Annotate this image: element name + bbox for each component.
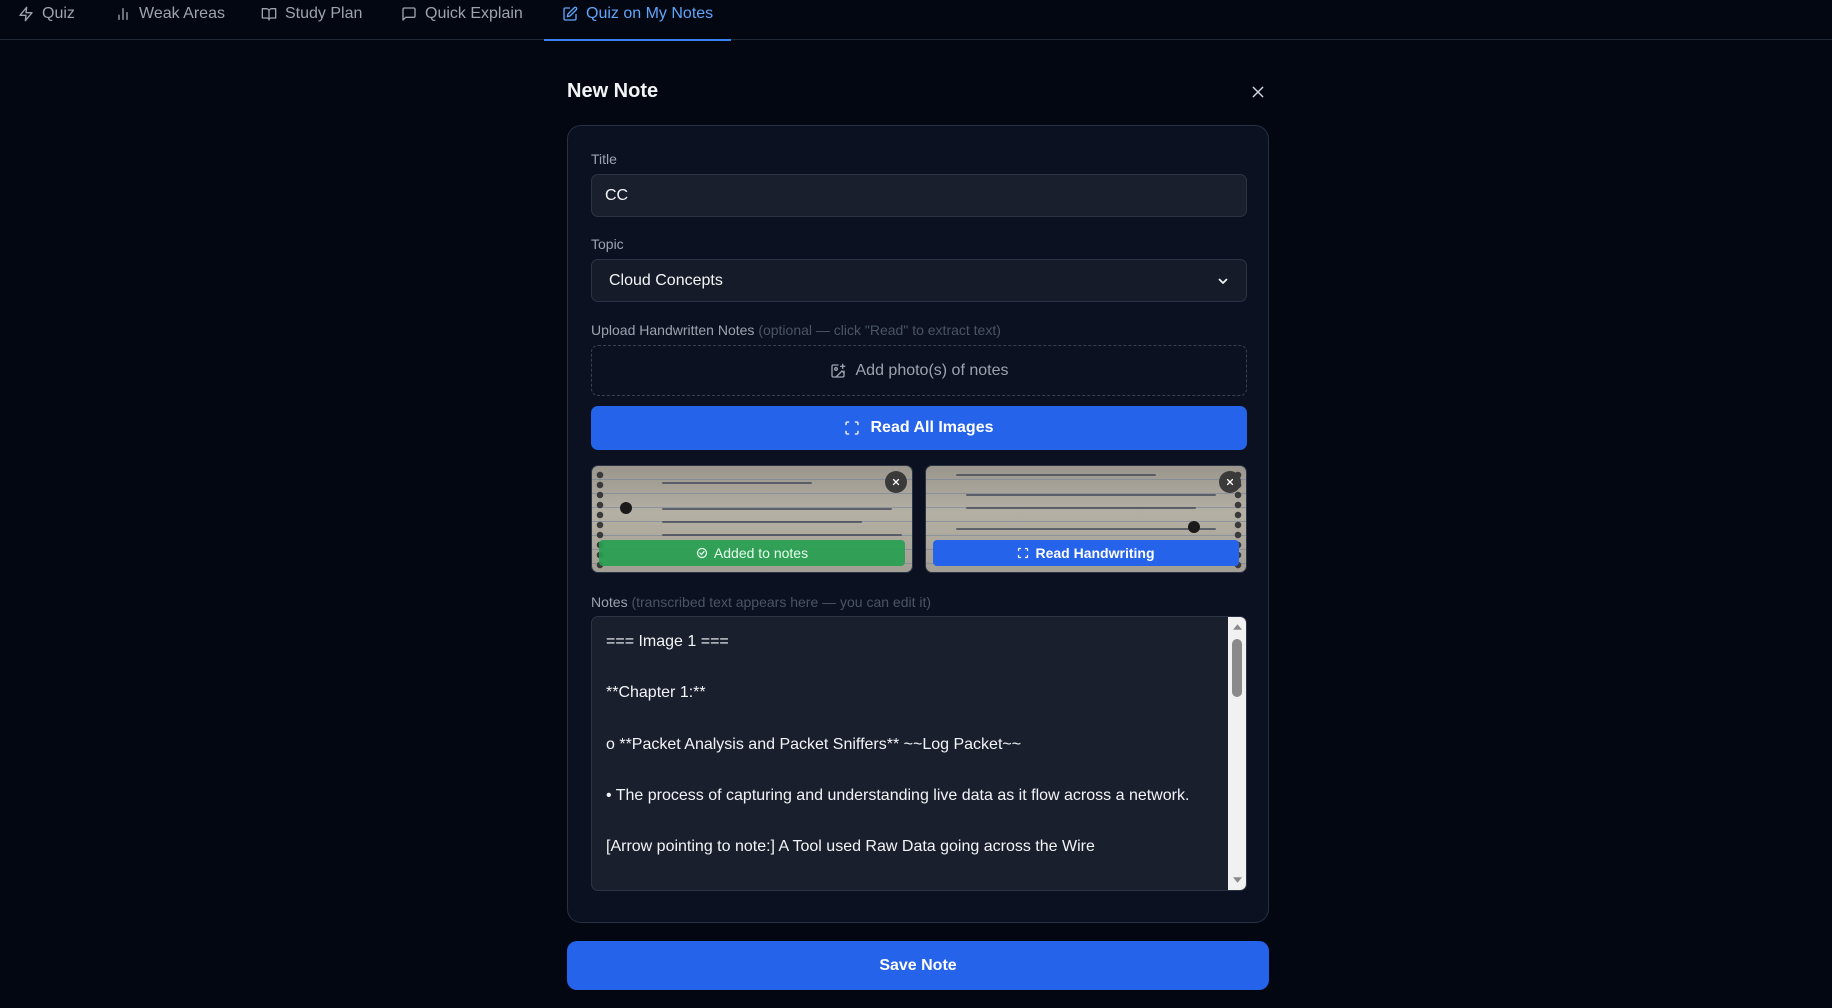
- notes-textarea[interactable]: === Image 1 === **Chapter 1:** o **Packe…: [591, 616, 1247, 891]
- save-note-label: Save Note: [879, 956, 957, 974]
- badge-label: Added to notes: [713, 545, 809, 561]
- remove-image-button[interactable]: [1219, 471, 1241, 493]
- tab-quiz[interactable]: Quiz: [18, 0, 75, 40]
- note-image-thumbnail: Added to notes: [591, 465, 913, 573]
- notes-line: • The process of capturing and understan…: [606, 786, 1190, 804]
- notes-label-text: Notes: [591, 594, 628, 610]
- tab-label: Quiz: [42, 5, 75, 22]
- scroll-down-arrow[interactable]: [1228, 872, 1246, 888]
- scan-icon: [845, 421, 860, 435]
- close-icon: [892, 478, 900, 486]
- image-plus-icon: [830, 363, 845, 378]
- upload-hint: (optional — click "Read" to extract text…: [758, 322, 1001, 338]
- title-label: Title: [591, 151, 617, 167]
- notes-line: === Image 1 ===: [606, 633, 729, 650]
- scan-icon: [1018, 547, 1029, 559]
- read-handwriting-button[interactable]: Read Handwriting: [933, 540, 1239, 566]
- topic-select-value: Cloud Concepts: [609, 271, 723, 289]
- punch-hole: [620, 502, 632, 514]
- add-photos-button[interactable]: Add photo(s) of notes: [591, 345, 1247, 396]
- notes-line: [Arrow pointing to note:] A Tool used Ra…: [606, 838, 1095, 856]
- read-all-images-button[interactable]: Read All Images: [591, 406, 1247, 450]
- tab-quiz-on-my-notes[interactable]: Quiz on My Notes: [543, 0, 732, 41]
- title-input-value: CC: [605, 186, 629, 204]
- bar-chart-icon: [118, 7, 128, 20]
- notes-scrollbar[interactable]: [1228, 617, 1246, 890]
- message-square-icon: [402, 7, 416, 21]
- scroll-up-arrow[interactable]: [1228, 619, 1246, 635]
- notes-line: o **Packet Analysis and Packet Sniffers*…: [606, 735, 1022, 753]
- notes-line: **Chapter 1:**: [606, 684, 706, 702]
- modal-title: New Note: [567, 80, 659, 102]
- book-open-icon: [261, 7, 277, 21]
- check-circle-icon: [696, 547, 708, 559]
- tab-label: Quick Explain: [425, 5, 523, 22]
- tab-study-plan[interactable]: Study Plan: [261, 0, 362, 40]
- close-button[interactable]: [1248, 82, 1268, 102]
- triangle-down-icon: [1232, 877, 1242, 883]
- notes-hint: (transcribed text appears here — you can…: [631, 594, 932, 610]
- top-nav: Quiz Weak Areas Study Plan Quick Explain…: [0, 0, 1832, 41]
- close-icon: [1226, 478, 1234, 486]
- edit-note-icon: [563, 6, 578, 21]
- save-note-button[interactable]: Save Note: [567, 941, 1269, 990]
- remove-image-button[interactable]: [885, 471, 907, 493]
- tab-label: Quiz on My Notes: [586, 5, 714, 22]
- close-icon: [1252, 86, 1264, 98]
- topic-select[interactable]: Cloud Concepts: [591, 259, 1247, 302]
- added-to-notes-badge: Added to notes: [599, 540, 905, 566]
- tab-quick-explain[interactable]: Quick Explain: [401, 0, 523, 40]
- add-photos-label: Add photo(s) of notes: [855, 361, 1009, 379]
- punch-hole: [1188, 521, 1200, 533]
- topic-label: Topic: [591, 236, 624, 252]
- tab-label: Study Plan: [285, 5, 363, 22]
- read-handwriting-label: Read Handwriting: [1035, 545, 1155, 561]
- note-image-thumbnail: Read Handwriting: [925, 465, 1247, 573]
- scrollbar-thumb[interactable]: [1232, 639, 1242, 697]
- notes-label: Notes (transcribed text appears here — y…: [591, 594, 931, 610]
- triangle-up-icon: [1232, 624, 1242, 630]
- notes-content: === Image 1 === **Chapter 1:** o **Packe…: [606, 629, 1220, 885]
- upload-label: Upload Handwritten Notes (optional — cli…: [591, 322, 1001, 338]
- upload-label-text: Upload Handwritten Notes: [591, 322, 755, 338]
- chevron-down-icon: [1218, 278, 1228, 284]
- zap-icon: [19, 6, 33, 22]
- tab-label: Weak Areas: [139, 5, 225, 22]
- read-all-label: Read All Images: [870, 419, 994, 436]
- tab-weak-areas[interactable]: Weak Areas: [115, 0, 225, 40]
- title-input[interactable]: CC: [591, 174, 1247, 217]
- note-form-card: Title CC Topic Cloud Concepts Upload Han…: [567, 125, 1269, 923]
